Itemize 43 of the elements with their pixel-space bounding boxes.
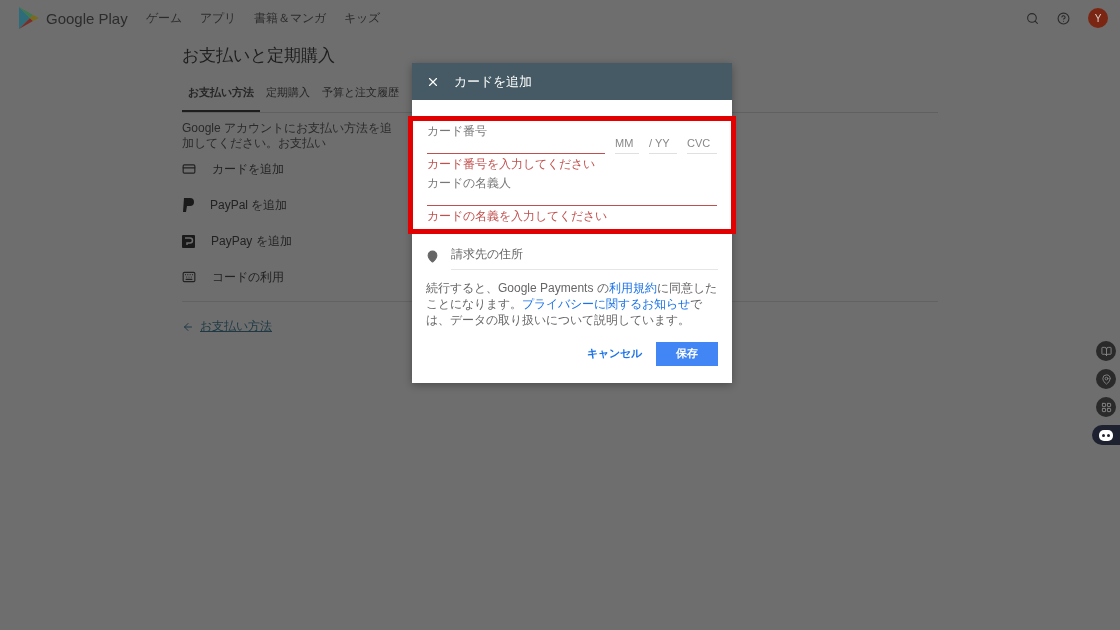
location-pin-icon [426, 249, 439, 263]
card-number-field[interactable]: カード番号 [427, 123, 605, 154]
nav-link[interactable]: 書籍＆マンガ [253, 9, 326, 27]
year-field[interactable]: / YY [649, 123, 677, 154]
cvc-field[interactable]: CVC [687, 123, 717, 154]
payment-method-item[interactable]: PayPay を追加 [211, 232, 292, 250]
help-icon[interactable] [1057, 11, 1070, 25]
search-icon[interactable] [1026, 11, 1039, 25]
robot-icon [1099, 429, 1113, 441]
save-button[interactable]: 保存 [656, 341, 718, 366]
terms-link[interactable]: プライバシーに関するお知らせ [522, 297, 690, 311]
nav-link[interactable]: アプリ [199, 9, 236, 27]
back-arrow-icon [182, 320, 194, 333]
play-logo-icon [18, 6, 40, 30]
payment-method-item[interactable]: PayPal を追加 [210, 196, 288, 214]
paypal-icon [182, 198, 194, 212]
month-field[interactable]: MM [615, 123, 639, 154]
error-message: カード番号を入力してください [427, 156, 596, 173]
cardholder-field[interactable]: カードの名義人 [427, 175, 717, 206]
terms-link[interactable]: 利用規約 [608, 281, 657, 295]
nav-link[interactable]: キッズ [343, 9, 380, 27]
card-icon [182, 162, 196, 176]
grid-icon [1100, 401, 1112, 413]
pin-icon [1100, 373, 1112, 385]
page-title: お支払いと定期購入 [182, 45, 336, 67]
brand-name[interactable]: Google Play [46, 9, 128, 27]
nav-link[interactable]: ゲーム [145, 9, 182, 27]
book-icon [1100, 345, 1112, 357]
address-field[interactable]: 請求先の住所 [451, 242, 718, 270]
payment-method-item[interactable]: コードの利用 [212, 268, 284, 286]
payment-method-item[interactable]: カードを追加 [212, 160, 284, 178]
paypay-icon [182, 234, 195, 248]
side-button[interactable] [1092, 425, 1120, 445]
tab[interactable]: 定期購入 [260, 85, 316, 112]
back-link[interactable]: お支払い方法 [200, 318, 272, 335]
terms-text: 続行すると、Google Payments の利用規約に同意したことになります。プライバシーに関するお知らせでは、データの取り扱いについて説明しています。 [426, 280, 718, 328]
dialog-title: カードを追加 [454, 72, 532, 91]
avatar[interactable]: Y [1088, 8, 1108, 28]
code-card-icon [182, 270, 196, 284]
cancel-button[interactable]: キャンセル [583, 340, 646, 367]
tab[interactable]: お支払い方法 [182, 85, 260, 112]
error-message: カードの名義を入力してください [427, 208, 608, 225]
tab[interactable]: 予算と注文履歴 [316, 85, 405, 112]
